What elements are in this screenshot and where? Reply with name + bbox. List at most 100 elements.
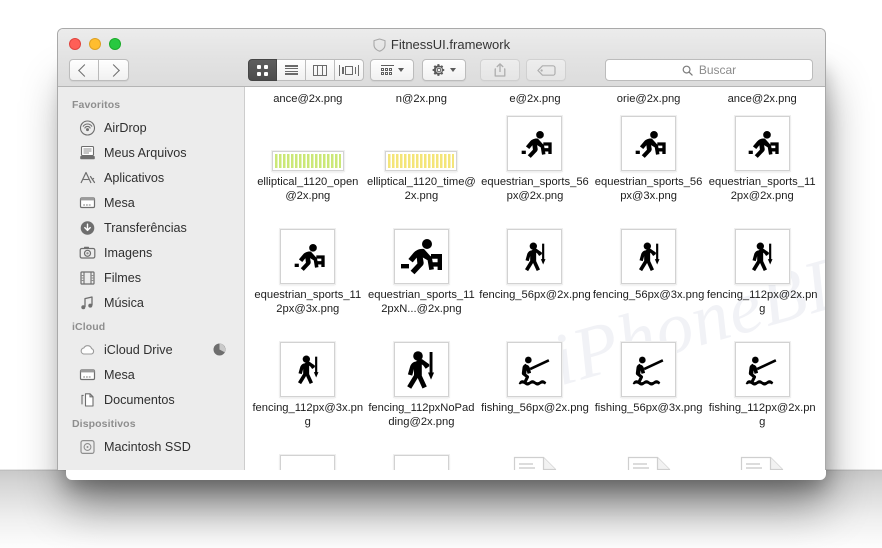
file-item[interactable] — [365, 442, 479, 470]
file-item[interactable] — [251, 442, 365, 470]
sidebar-item-mesa[interactable]: Mesa — [58, 190, 244, 215]
sidebar-item-label: Mesa — [104, 368, 135, 382]
sidebar-item-label: Documentos — [104, 393, 175, 407]
screenshot-root: FitnessUI.framework — [0, 0, 882, 548]
sidebar-item-transferencias[interactable]: Transferências — [58, 215, 244, 240]
cloud-icon — [79, 342, 96, 358]
sidebar-item-filmes[interactable]: Filmes — [58, 265, 244, 290]
fencing-icon — [280, 342, 335, 397]
file-item[interactable]: equestrian_sports_112pxN...@2x.png — [365, 216, 479, 329]
file-item[interactable] — [478, 442, 592, 470]
file-item[interactable]: equestrian_sports_56px@3x.png — [592, 103, 706, 216]
file-thumbnail — [627, 448, 671, 470]
file-thumbnail — [394, 335, 449, 397]
file-item[interactable]: elliptical_1120_time@2x.png — [365, 103, 479, 216]
sidebar-item-label: Aplicativos — [104, 171, 164, 185]
forward-button[interactable] — [99, 59, 129, 81]
file-thumbnail — [280, 335, 335, 397]
file-item[interactable]: fishing_56px@2x.png — [478, 329, 592, 442]
fishing-icon — [507, 342, 562, 397]
sidebar-section-dispositivos: Dispositivos — [58, 412, 244, 434]
file-name: equestrian_sports_56px@3x.png — [593, 176, 705, 203]
file-item[interactable] — [705, 442, 819, 470]
file-name: fishing_112px@2x.png — [706, 402, 818, 429]
sidebar-item-label: Macintosh SSD — [104, 440, 191, 454]
finder-window: FitnessUI.framework — [57, 28, 826, 470]
file-item[interactable] — [592, 442, 706, 470]
window-titlebar[interactable]: FitnessUI.framework — [58, 29, 825, 87]
sidebar-item-airdrop[interactable]: AirDrop — [58, 115, 244, 140]
progress-bar-green-icon — [272, 151, 344, 171]
file-item[interactable]: equestrian_sports_112px@3x.png — [251, 216, 365, 329]
file-thumbnail — [394, 222, 449, 284]
back-button[interactable] — [69, 59, 99, 81]
sidebar-item-label: Transferências — [104, 221, 187, 235]
tag-button[interactable] — [526, 59, 566, 81]
file-item[interactable]: equestrian_sports_112px@2x.png — [705, 103, 819, 216]
sidebar-item-macintosh-ssd[interactable]: Macintosh SSD — [58, 434, 244, 459]
file-name: equestrian_sports_112px@3x.png — [252, 289, 364, 316]
file-item[interactable]: fencing_112px@2x.png — [705, 216, 819, 329]
action-menu-button[interactable] — [422, 59, 466, 81]
file-grid-area[interactable]: iPhoneBD.com ance@2x.png n@2x.png e@2x.p… — [245, 87, 825, 470]
gear-icon — [432, 63, 446, 77]
sidebar-section-favoritos: Favoritos — [58, 93, 244, 115]
window-body: Favoritos AirDrop — [58, 87, 825, 470]
sidebar-item-label: AirDrop — [104, 121, 147, 135]
file-item[interactable]: fencing_56px@3x.png — [592, 216, 706, 329]
file-item[interactable]: fishing_112px@2x.png — [705, 329, 819, 442]
sidebar-item-icloud-drive[interactable]: iCloud Drive — [58, 337, 244, 362]
file-thumbnail — [735, 222, 790, 284]
file-thumbnail — [385, 109, 457, 171]
sidebar-item-meus-arquivos[interactable]: Meus Arquivos — [58, 140, 244, 165]
list-view-button[interactable] — [277, 59, 306, 81]
equestrian-icon — [394, 229, 449, 284]
sidebar-item-aplicativos[interactable]: Aplicativos — [58, 165, 244, 190]
fencing-icon — [394, 342, 449, 397]
chevron-down-icon — [398, 68, 404, 72]
file-name: fencing_56px@3x.png — [593, 289, 705, 303]
chevron-down-icon — [450, 68, 456, 72]
file-item[interactable]: fencing_112px@3x.png — [251, 329, 365, 442]
file-thumbnail — [621, 222, 676, 284]
file-item[interactable]: fishing_56px@3x.png — [592, 329, 706, 442]
file-item[interactable]: fencing_112pxNoPadding@2x.png — [365, 329, 479, 442]
vertical-scrollbar[interactable] — [816, 87, 825, 470]
sync-progress-icon — [213, 343, 226, 356]
sidebar-item-documentos[interactable]: Documentos — [58, 387, 244, 412]
file-item[interactable]: equestrian_sports_56px@2x.png — [478, 103, 592, 216]
file-name: fishing_56px@3x.png — [593, 402, 705, 416]
column-view-button[interactable] — [306, 59, 335, 81]
sidebar-item-label: Mesa — [104, 196, 135, 210]
pictures-icon — [79, 245, 96, 261]
share-button[interactable] — [480, 59, 520, 81]
icon-view-button[interactable] — [248, 59, 277, 81]
toolbar: Buscar — [58, 55, 825, 85]
search-icon — [682, 65, 693, 76]
sidebar-item-mesa-icloud[interactable]: Mesa — [58, 362, 244, 387]
fencing-icon — [621, 229, 676, 284]
chevron-left-icon — [78, 64, 91, 77]
sidebar-item-label: Imagens — [104, 246, 152, 260]
file-item[interactable]: elliptical_1120_open@2x.png — [251, 103, 365, 216]
sidebar-item-imagens[interactable]: Imagens — [58, 240, 244, 265]
file-grid: elliptical_1120_open@2x.png elliptical_1… — [245, 103, 825, 470]
file-name: fencing_56px@2x.png — [479, 289, 591, 303]
tag-icon — [537, 65, 556, 76]
coverflow-view-button[interactable] — [335, 59, 364, 81]
fishing-icon — [394, 455, 449, 470]
movies-icon — [79, 270, 96, 286]
sidebar-section-icloud: iCloud — [58, 315, 244, 337]
file-item[interactable]: fencing_56px@2x.png — [478, 216, 592, 329]
file-name: equestrian_sports_112pxN...@2x.png — [365, 289, 477, 316]
file-thumbnail — [507, 335, 562, 397]
fencing-icon — [507, 229, 562, 284]
file-thumbnail — [280, 222, 335, 284]
file-thumbnail — [735, 335, 790, 397]
sidebar-item-musica[interactable]: Música — [58, 290, 244, 315]
file-thumbnail — [280, 448, 335, 470]
all-my-files-icon — [79, 145, 96, 161]
arrange-by-button[interactable] — [370, 59, 414, 81]
search-field[interactable]: Buscar — [605, 59, 813, 81]
file-thumbnail — [621, 109, 676, 171]
